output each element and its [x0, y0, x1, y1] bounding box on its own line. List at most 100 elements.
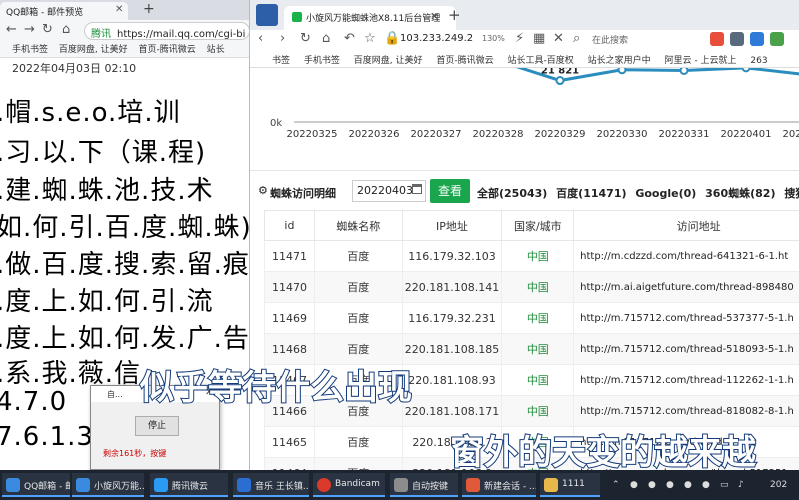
extension-icon[interactable]	[770, 32, 784, 46]
cell-url[interactable]: http://m.715712.com/thread-112262-1-1.h	[573, 364, 799, 396]
tray-app-icon[interactable]: ●	[684, 480, 692, 490]
cell-id: 11464	[264, 457, 315, 470]
cell-spider-name: 百度	[313, 271, 403, 303]
taskbar-item-auto-key[interactable]: 自动按键	[390, 473, 458, 497]
data-point[interactable]	[679, 68, 689, 75]
cell-url[interactable]: http://m.715712.com/thread-518093-5-1.h	[573, 333, 799, 365]
stat-google[interactable]: Google(0)	[635, 187, 696, 200]
taskbar-item-qq-mail[interactable]: QQ邮箱 - 邮...	[2, 473, 70, 497]
search-input[interactable]: 在此搜索	[592, 33, 628, 46]
network-icon[interactable]: ▭	[720, 480, 729, 490]
extension-icon[interactable]	[730, 32, 744, 46]
star-icon[interactable]: ☆	[364, 31, 376, 46]
search-icon[interactable]: ⌕	[573, 31, 580, 46]
extension-icon[interactable]	[710, 32, 724, 46]
browser-icon	[6, 478, 20, 492]
bookmark-item[interactable]: 263	[750, 56, 767, 66]
taskbar-item-weiyun[interactable]: 腾讯微云	[150, 473, 228, 497]
stat-sogou[interactable]: 搜狗(692)	[784, 187, 799, 200]
tray-app-icon[interactable]: ●	[666, 480, 674, 490]
taskbar-item-bandicam[interactable]: Bandicam	[313, 473, 385, 497]
taskbar-item-spider-admin[interactable]: 小旋风万能...	[72, 473, 144, 497]
avatar[interactable]	[256, 4, 278, 26]
bookmark-item[interactable]: 首页-腾讯微云	[436, 56, 493, 66]
tray-app-icon[interactable]: ●	[630, 480, 638, 490]
volume-icon[interactable]: ♪	[738, 480, 744, 490]
grid-icon[interactable]: ▦	[533, 31, 545, 46]
home-icon[interactable]: ⌂	[62, 22, 70, 37]
content-line: .度.上.如.何.引.流	[0, 287, 214, 317]
cell-id: 11470	[264, 271, 315, 303]
close-icon[interactable]: ✕	[115, 4, 123, 15]
taskbar-item-folder[interactable]: 1111	[540, 473, 600, 497]
tab-qq-mail[interactable]: QQ邮箱 - 邮件预览	[0, 2, 128, 20]
bookmark-item[interactable]: 站长	[207, 45, 225, 55]
stat-baidu[interactable]: 百度(11471)	[556, 187, 626, 200]
cell-country: 中国	[501, 364, 575, 396]
content-line: 7.6.1.3	[0, 422, 94, 452]
cell-url[interactable]: http://m.ai.aigetfuture.com/thread-89848…	[573, 271, 799, 303]
taskbar-item-music[interactable]: 音乐 王长镇...	[233, 473, 309, 497]
bookmark-item[interactable]: 阿里云 - 上云就上	[665, 56, 737, 66]
bookmark-item[interactable]: 书签	[272, 56, 290, 66]
spider-detail-filter: ⚙ 蜘蛛访问明细 20220403 查看 全部(25043) 百度(11471)…	[250, 170, 799, 208]
home-icon[interactable]: ⌂	[322, 31, 330, 46]
cell-url[interactable]: http://m.715712.com/thread-818082-8-1.h	[573, 395, 799, 427]
left-address-bar[interactable]: 腾讯 https://mail.qq.com/cgi-bi	[84, 22, 249, 40]
table-row[interactable]: 11470 百度 220.181.108.141 中国 http://m.ai.aige…	[264, 271, 799, 303]
y-tick-label: 0k	[270, 118, 282, 129]
forward-icon[interactable]: →	[24, 22, 35, 37]
taskbar: QQ邮箱 - 邮... 小旋风万能... 腾讯微云 音乐 王长镇... Band…	[0, 470, 799, 500]
bookmark-item[interactable]: 站长之家用户中	[588, 56, 651, 66]
chevron-up-icon[interactable]: ⌃	[612, 480, 620, 490]
translate-icon[interactable]: ✕	[553, 31, 564, 46]
stop-button[interactable]: 停止	[135, 416, 179, 436]
bookmark-item[interactable]: 手机书签	[304, 56, 340, 66]
bookmark-item[interactable]: 站长工具-百度权	[508, 56, 574, 66]
stat-360[interactable]: 360蜘蛛(82)	[705, 187, 775, 200]
back-icon[interactable]: ←	[6, 22, 17, 37]
table-row[interactable]: 11469 百度 116.179.32.231 中国 http://m.715712.c…	[264, 302, 799, 334]
bookmark-item[interactable]: 百度网盘, 让美好	[354, 56, 423, 66]
data-label: 21 821	[541, 68, 579, 77]
forward-icon[interactable]: ›	[280, 31, 285, 46]
data-point[interactable]	[741, 68, 751, 73]
table-header-row: id 蜘蛛名称 IP地址 国家/城市 访问地址	[264, 210, 799, 241]
clock[interactable]: 202	[770, 480, 787, 490]
browser-icon	[76, 478, 90, 492]
extension-icon[interactable]	[750, 32, 764, 46]
close-icon[interactable]: ✕	[430, 10, 439, 23]
column-header: 国家/城市	[501, 210, 575, 241]
bookmark-item[interactable]: 首页-腾讯微云	[139, 45, 196, 55]
taskbar-item-new-session[interactable]: 新建会话 - ...	[462, 473, 536, 497]
bolt-icon[interactable]: ⚡	[515, 31, 524, 46]
taskbar-label: 自动按键	[412, 482, 449, 492]
zoom-level[interactable]: 130%	[482, 34, 505, 43]
mail-date: 2022年04月03日 02:10	[12, 62, 137, 75]
right-bookmark-bar: 书签 手机书签 百度网盘, 让美好 首页-腾讯微云 站长工具-百度权 站长之家用…	[250, 50, 799, 68]
cell-url[interactable]: http://m.715712.com/thread-537377-5-1.h	[573, 302, 799, 334]
tray-app-icon[interactable]: ●	[702, 480, 710, 490]
cell-url[interactable]: http://m.cdzzd.com/thread-641321-6-1.ht	[573, 240, 799, 272]
taskbar-label: 1111	[562, 479, 585, 489]
data-point[interactable]	[617, 68, 627, 75]
x-tick-label: 20220330	[597, 129, 648, 140]
bookmark-item[interactable]: 手机书签	[12, 45, 48, 55]
new-tab-icon[interactable]: +	[448, 6, 461, 24]
calendar-icon[interactable]	[412, 184, 422, 194]
new-tab-icon[interactable]: +	[143, 1, 155, 17]
query-button[interactable]: 查看	[430, 179, 470, 203]
column-header: IP地址	[401, 210, 503, 241]
back-icon[interactable]: ‹	[258, 31, 263, 46]
right-address-bar[interactable]: 103.233.249.2	[400, 33, 473, 44]
data-point[interactable]	[555, 76, 565, 86]
undo-icon[interactable]: ↶	[344, 31, 355, 46]
bookmark-item[interactable]: 百度网盘, 让美好	[59, 45, 128, 55]
video-subtitle: 窗外的天变的越来越	[449, 432, 757, 474]
reload-icon[interactable]: ↻	[300, 31, 311, 46]
column-header: 访问地址	[573, 210, 799, 241]
tray-app-icon[interactable]: ●	[648, 480, 656, 490]
reload-icon[interactable]: ↻	[42, 22, 53, 37]
table-row[interactable]: 11471 百度 116.179.32.103 中国 http://m.cdzzd.co…	[264, 240, 799, 272]
stat-all[interactable]: 全部(25043)	[477, 187, 547, 200]
